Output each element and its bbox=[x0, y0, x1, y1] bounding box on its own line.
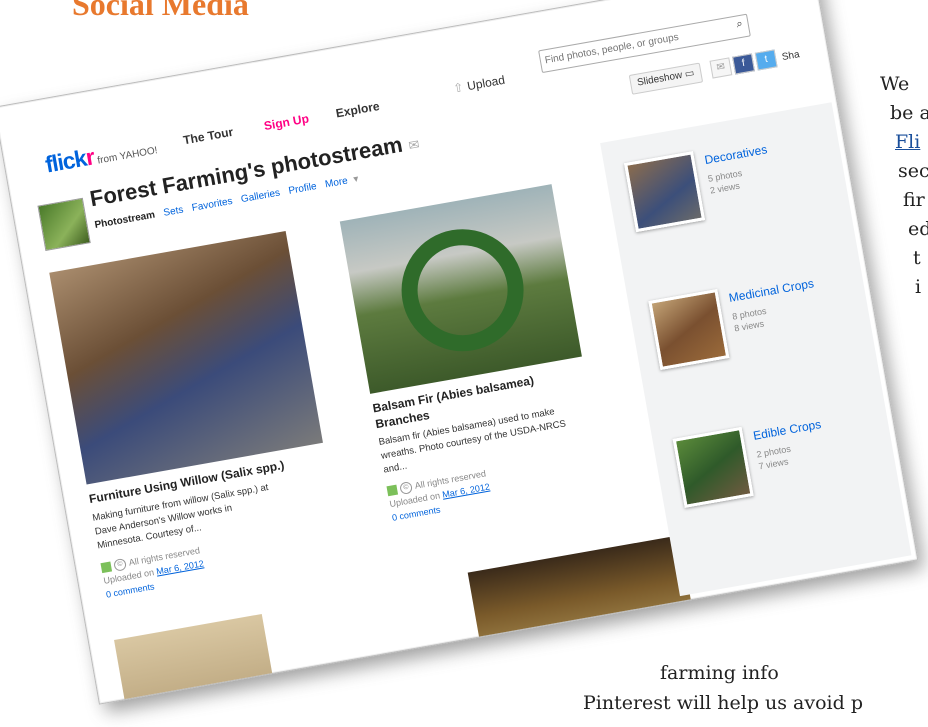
body-text-line: We bbox=[880, 73, 910, 95]
subnav-galleries[interactable]: Galleries bbox=[240, 188, 281, 206]
copyright-icon: © bbox=[399, 481, 414, 495]
photo-willow-furniture[interactable] bbox=[49, 231, 323, 485]
monitor-icon: ▭ bbox=[683, 67, 696, 81]
body-text-line: fir bbox=[903, 189, 925, 211]
nav-the-tour[interactable]: The Tour bbox=[182, 125, 234, 148]
upload-arrow-icon: ⇧ bbox=[452, 80, 465, 96]
set-name[interactable]: Edible Crops bbox=[752, 417, 822, 443]
subnav-profile[interactable]: Profile bbox=[288, 181, 318, 197]
nav-sign-up[interactable]: Sign Up bbox=[263, 111, 310, 133]
body-text-line: i bbox=[915, 276, 922, 298]
flickr-link[interactable]: Fli bbox=[895, 131, 920, 153]
license-icon bbox=[100, 561, 113, 574]
set-thumbnail-decoratives[interactable] bbox=[623, 151, 706, 233]
sets-panel: Decoratives 5 photos 2 views Medicinal Cr… bbox=[600, 102, 912, 597]
twitter-icon[interactable]: t bbox=[754, 49, 778, 71]
body-text-link-line: Fli bbox=[895, 131, 920, 153]
body-text-line: sec bbox=[898, 160, 928, 182]
flickr-logo[interactable]: flickrfrom YAHOO! bbox=[43, 132, 159, 178]
search-icon[interactable]: ⌕ bbox=[735, 18, 743, 32]
nav-explore[interactable]: Explore bbox=[335, 99, 381, 120]
share-label[interactable]: Sha bbox=[781, 49, 800, 63]
slideshow-button[interactable]: Slideshow ▭ bbox=[628, 62, 703, 95]
body-text-line: farming info bbox=[660, 662, 779, 684]
body-text-line: be a bbox=[890, 102, 928, 124]
upload-link[interactable]: ⇧ Upload bbox=[452, 73, 506, 96]
body-text-line: Pinterest will help us avoid p bbox=[583, 692, 863, 714]
avatar[interactable] bbox=[37, 197, 91, 252]
page-heading: Social Media bbox=[72, 0, 249, 22]
subnav-sets[interactable]: Sets bbox=[163, 205, 185, 219]
set-thumbnail-edible-crops[interactable] bbox=[672, 426, 754, 508]
share-bar: ✉ f t Sha bbox=[709, 45, 802, 79]
body-text-line: ed bbox=[908, 218, 928, 240]
set-name[interactable]: Medicinal Crops bbox=[728, 276, 815, 305]
set-meta: 2 photos 7 views bbox=[755, 443, 792, 472]
wreath-shape bbox=[391, 219, 534, 361]
mail-icon[interactable]: ✉ bbox=[407, 137, 420, 154]
email-icon[interactable]: ✉ bbox=[709, 57, 733, 79]
flickr-screenshot: flickrfrom YAHOO! The Tour Sign Up Explo… bbox=[0, 0, 919, 705]
set-name[interactable]: Decoratives bbox=[703, 142, 768, 167]
subnav-photostream[interactable]: Photostream bbox=[94, 210, 156, 231]
photo-balsam-fir-wreath[interactable] bbox=[339, 184, 582, 394]
body-text-line: t bbox=[913, 247, 921, 269]
copyright-icon: © bbox=[113, 557, 128, 572]
license-icon bbox=[386, 484, 399, 497]
set-thumbnail-medicinal-crops[interactable] bbox=[648, 288, 730, 371]
search-input[interactable] bbox=[539, 17, 733, 72]
dropdown-caret-icon: ▾ bbox=[352, 173, 360, 186]
subnav-favorites[interactable]: Favorites bbox=[191, 196, 233, 214]
set-meta: 8 photos 8 views bbox=[731, 305, 768, 334]
subnav-more[interactable]: More bbox=[324, 176, 348, 191]
facebook-icon[interactable]: f bbox=[732, 53, 755, 75]
set-meta: 5 photos 2 views bbox=[707, 167, 743, 196]
